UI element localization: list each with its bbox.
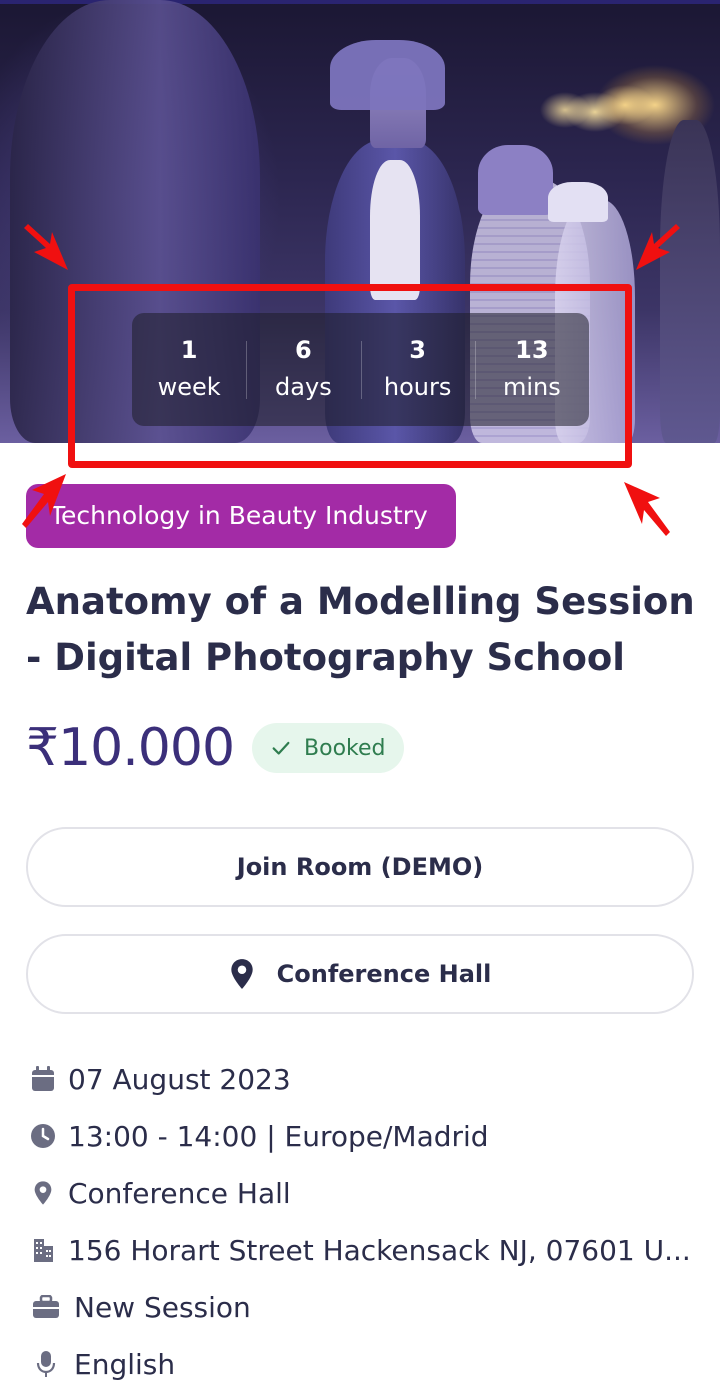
event-address: 156 Horart Street Hackensack NJ, 07601 U…: [68, 1233, 691, 1267]
event-session-type-row: New Session: [30, 1287, 710, 1327]
location-button-label: Conference Hall: [276, 960, 492, 988]
map-pin-icon: [230, 959, 253, 989]
microphone-icon: [30, 1351, 62, 1377]
event-language-row: English: [30, 1344, 710, 1384]
calendar-icon: [30, 1066, 56, 1092]
event-venue-row: Conference Hall: [30, 1173, 710, 1213]
event-address-row: 156 Horart Street Hackensack NJ, 07601 U…: [30, 1230, 710, 1270]
booked-status-label: Booked: [304, 735, 386, 761]
annotation-arrow-icon: [624, 482, 670, 536]
hero-figure-main-shirt: [370, 160, 420, 300]
event-price: ₹10.000: [26, 718, 235, 778]
booked-status-badge: Booked: [252, 723, 404, 773]
event-venue: Conference Hall: [68, 1176, 291, 1210]
clock-icon: [30, 1123, 56, 1149]
briefcase-icon: [30, 1294, 62, 1320]
check-icon: [272, 741, 290, 755]
event-session-type: New Session: [74, 1290, 251, 1324]
annotation-arrow-icon: [22, 474, 66, 528]
join-room-button[interactable]: Join Room (DEMO): [26, 827, 694, 907]
event-date: 07 August 2023: [68, 1062, 291, 1096]
hero-figure-main-bow: [330, 40, 445, 110]
building-icon: [30, 1237, 56, 1263]
join-room-button-label: Join Room (DEMO): [236, 853, 484, 881]
hero-figure-model-2-head: [478, 145, 553, 215]
event-language: English: [74, 1347, 176, 1381]
event-date-row: 07 August 2023: [30, 1059, 710, 1099]
event-time: 13:00 - 14:00 | Europe/Madrid: [68, 1119, 489, 1153]
category-tag[interactable]: Technology in Beauty Industry: [26, 484, 456, 548]
event-title: Anatomy of a Modelling Session - Digital…: [26, 580, 695, 679]
hero-figure-model-3-head: [548, 182, 608, 222]
annotation-highlight-box: [68, 284, 632, 468]
price-row: ₹10.000 Booked: [26, 712, 404, 784]
location-button[interactable]: Conference Hall: [26, 934, 694, 1014]
map-pin-icon: [30, 1180, 56, 1206]
annotation-arrow-icon: [24, 224, 68, 270]
annotation-arrow-icon: [636, 224, 680, 270]
event-time-row: 13:00 - 14:00 | Europe/Madrid: [30, 1116, 710, 1156]
